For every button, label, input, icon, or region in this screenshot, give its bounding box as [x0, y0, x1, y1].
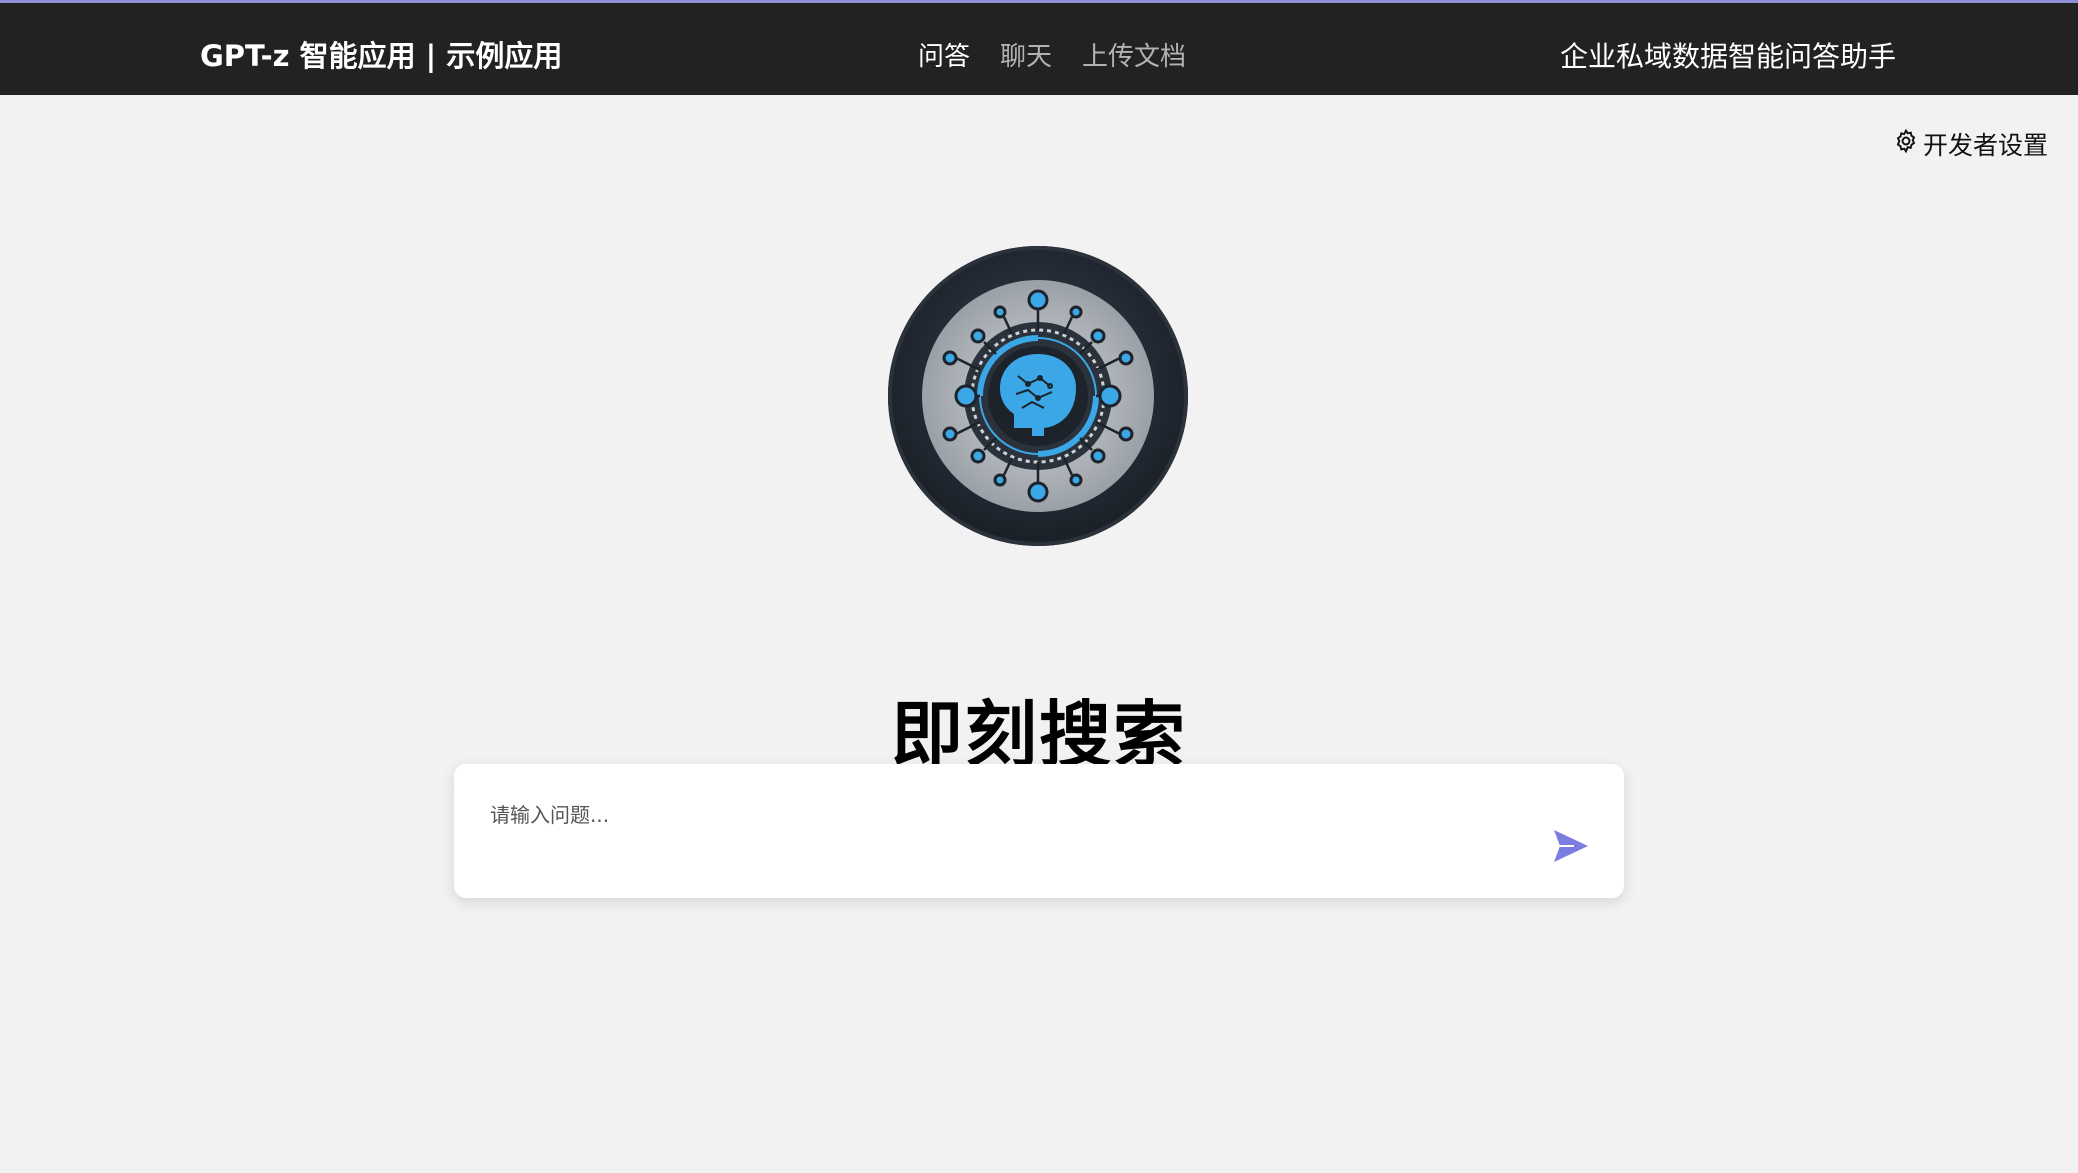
app-subtitle: 企业私域数据智能问答助手 [1559, 40, 1896, 73]
nav-item-upload-docs[interactable]: 上传文档 [1082, 36, 1186, 73]
top-navbar: GPT-z 智能应用 | 示例应用 问答 聊天 上传文档 企业私域数据智能问答助… [0, 0, 2078, 95]
main-nav: 问答 聊天 上传文档 [918, 36, 1186, 73]
send-icon [1552, 830, 1590, 867]
send-button[interactable] [1552, 828, 1590, 864]
brand-title[interactable]: GPT-z 智能应用 | 示例应用 [200, 33, 562, 75]
search-box [454, 764, 1624, 898]
developer-settings-button[interactable]: 开发者设置 [1893, 126, 2048, 162]
developer-settings-label: 开发者设置 [1922, 131, 2048, 160]
nav-item-qa[interactable]: 问答 [918, 36, 970, 73]
nav-item-chat[interactable]: 聊天 [1000, 36, 1052, 73]
question-input[interactable] [488, 794, 1492, 836]
ai-logo [888, 246, 1188, 546]
gear-icon [1893, 128, 1919, 160]
